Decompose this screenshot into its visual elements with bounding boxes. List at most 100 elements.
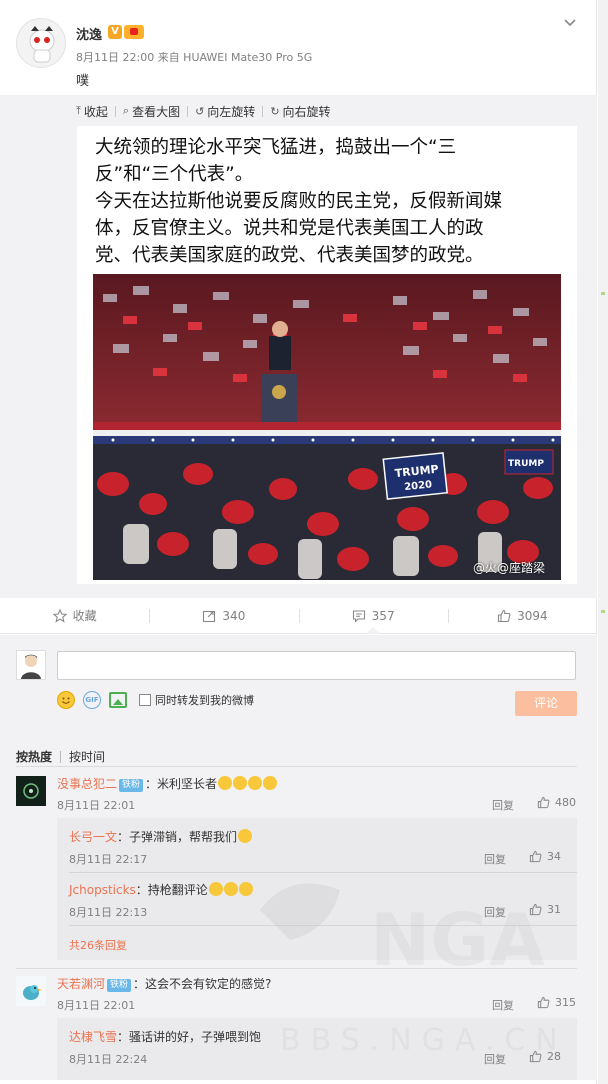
media-toolbar: ⤒ 收起 ⌕ 查看大图 ↺ 向左旋转 ↻ 向右旋转	[76, 102, 331, 120]
comment-input[interactable]	[57, 651, 576, 680]
toolbar-divider	[262, 105, 264, 117]
rotate-right-button[interactable]: ↻ 向右旋转	[270, 103, 330, 120]
view-large-button[interactable]: ⌕ 查看大图	[123, 103, 180, 120]
user-avatar-icon	[21, 654, 41, 679]
dark-pattern-avatar-icon	[16, 776, 46, 806]
doge-emoji-icon	[223, 882, 238, 896]
reply-text-line: Jchopsticks：持枪翻评论	[69, 881, 253, 898]
reply-time: 8月11日 22:17	[69, 853, 148, 866]
reply-like-button[interactable]: 31	[529, 903, 561, 916]
image-caption-line: 反”和“三个代表”。	[95, 164, 254, 185]
rotate-left-label: 向左旋转	[207, 104, 256, 119]
repost-icon	[203, 610, 216, 622]
tab-divider	[60, 750, 62, 763]
commenter-name[interactable]: 没事总犯二	[57, 777, 117, 791]
reply-like-count: 28	[547, 1050, 561, 1063]
fan-badge: 铁粉	[107, 979, 132, 992]
reply-text: ：骚话讲的好，子弹喂到饱	[117, 1030, 262, 1044]
post-image[interactable]: 大统领的理论水平突飞猛进，捣鼓出一个“三 反”和“三个代表”。 今天在达拉斯他说…	[77, 126, 577, 584]
image-caption-text: 大统领的理论水平突飞猛进，捣鼓出一个“三 反”和“三个代表”。 今天在达拉斯他说…	[95, 134, 565, 269]
thumbs-up-icon	[529, 1050, 542, 1063]
reply-like-count: 34	[547, 850, 561, 863]
like-button[interactable]: 3094	[447, 598, 597, 633]
post-meta: 8月11日 22:00 来自 HUAWEI Mate30 Pro 5G	[76, 51, 313, 64]
comment-like-count: 315	[555, 996, 576, 1009]
rotate-left-button[interactable]: ↺ 向左旋转	[195, 103, 255, 120]
commenter-name[interactable]: 天若渊河	[57, 977, 105, 991]
favorite-label: 收藏	[72, 609, 97, 623]
reply-button[interactable]: 回复	[484, 904, 506, 920]
sort-divider	[16, 766, 577, 767]
repost-count: 340	[222, 608, 246, 623]
reply-divider	[69, 925, 577, 926]
thumbs-up-icon	[529, 903, 542, 916]
view-large-label: 查看大图	[132, 104, 181, 119]
commenter-avatar[interactable]	[16, 976, 46, 1006]
reply-like-button[interactable]: 28	[529, 1050, 561, 1063]
reply-button[interactable]: 回复	[492, 997, 514, 1013]
replier-name[interactable]: Jchopsticks	[69, 883, 136, 897]
reply-button[interactable]: 回复	[492, 797, 514, 813]
reply-button[interactable]: 回复	[484, 1051, 506, 1067]
sync-repost-checkbox[interactable]	[139, 694, 151, 706]
image-caption-line: 今天在达拉斯他说要反腐败的民主党，反假新闻媒	[95, 191, 503, 212]
thumbs-up-icon	[537, 996, 550, 1009]
comment-text-line: 没事总犯二 铁粉 ：米利坚长者	[57, 775, 278, 792]
image-caption-line: 党、代表美国家庭的政党、代表美国梦的政党。	[95, 245, 484, 266]
tab-sort-time[interactable]: 按时间	[69, 748, 105, 765]
doge-emoji-icon	[218, 776, 233, 790]
reply-like-count: 31	[547, 903, 561, 916]
chevron-down-icon[interactable]	[562, 14, 578, 30]
bird-avatar-icon	[16, 976, 46, 1006]
fan-badge: 铁粉	[119, 779, 144, 792]
commenter-avatar[interactable]	[16, 776, 46, 806]
author-avatar[interactable]	[16, 18, 66, 68]
collapse-button[interactable]: ⤒ 收起	[76, 103, 108, 120]
reply-like-button[interactable]: 34	[529, 850, 561, 863]
comment-time: 8月11日 22:01	[57, 999, 136, 1012]
gif-icon[interactable]: GIF	[83, 691, 101, 709]
doge-emoji-icon	[238, 882, 253, 896]
collapse-icon: ⤒	[76, 104, 81, 117]
tab-sort-hot[interactable]: 按热度	[16, 748, 52, 765]
toolbar-divider	[114, 105, 116, 117]
rotate-left-icon: ↺	[195, 104, 205, 118]
comment-icon	[352, 609, 365, 623]
favorite-button[interactable]: 收藏	[0, 598, 149, 633]
reply-divider	[69, 872, 577, 873]
image-upload-icon[interactable]	[109, 692, 127, 708]
submit-comment-button[interactable]: 评论	[515, 691, 577, 716]
thumbs-up-icon	[537, 796, 550, 809]
comment-like-button[interactable]: 315	[537, 996, 576, 1009]
scroll-marker	[601, 610, 605, 613]
reply-button[interactable]: 回复	[484, 851, 506, 867]
image-caption-line: 体，反官僚主义。说共和党是代表美国工人的政	[95, 218, 484, 239]
more-replies-link[interactable]: 共26条回复	[69, 937, 127, 953]
collapse-label: 收起	[83, 104, 108, 119]
weibo-post-card: 沈逸 V 8月11日 22:00 来自 HUAWEI Mate30 Pro 5G…	[0, 0, 597, 1084]
replier-name[interactable]: 达棣飞雪	[69, 1030, 117, 1044]
reply-time: 8月11日 22:24	[69, 1053, 148, 1066]
doge-emoji-icon	[263, 776, 278, 790]
comment-sort-tabs: 按热度 按时间	[16, 748, 105, 765]
comment-count: 357	[371, 608, 395, 623]
repost-button[interactable]: 340	[149, 598, 298, 633]
comment-button[interactable]: 357	[298, 598, 448, 634]
reply-time: 8月11日 22:13	[69, 906, 148, 919]
reply-text-line: 长弓一文：子弹滞销，帮帮我们	[69, 828, 253, 845]
sync-repost-label: 同时转发到我的微博	[155, 694, 254, 707]
comment-text: ：米利坚长者	[145, 777, 218, 791]
verified-v-icon: V	[108, 25, 122, 39]
composer-toolbar: GIF 同时转发到我的微博	[57, 690, 254, 710]
replier-name[interactable]: 长弓一文	[69, 830, 117, 844]
image-caption-line: 大统领的理论水平突飞猛进，捣鼓出一个“三	[95, 137, 457, 158]
my-avatar[interactable]	[16, 650, 46, 680]
comment-like-button[interactable]: 480	[537, 796, 576, 809]
post-text: 噗	[76, 74, 90, 89]
toolbar-divider	[187, 105, 189, 117]
reply-text-line: 达棣飞雪：骚话讲的好，子弹喂到饱	[69, 1028, 261, 1045]
reply-text: ：持枪翻评论	[135, 883, 208, 897]
comment-like-count: 480	[555, 796, 576, 809]
author-name[interactable]: 沈逸	[76, 24, 102, 43]
emoji-icon[interactable]	[57, 691, 75, 709]
